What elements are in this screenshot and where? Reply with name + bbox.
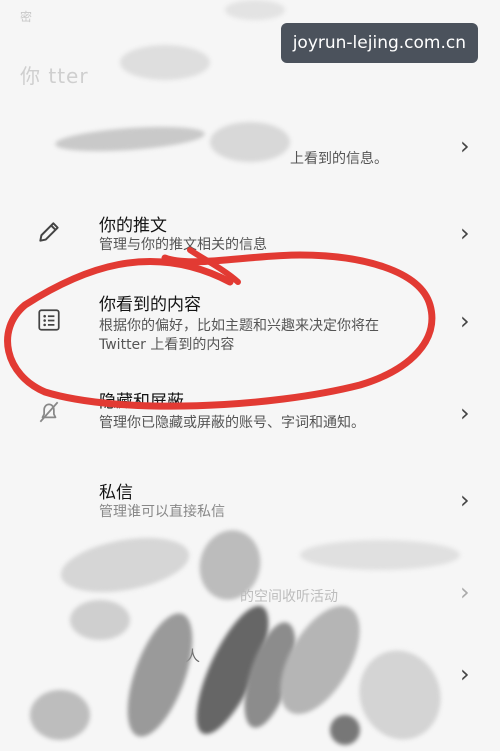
smudge [210, 122, 290, 162]
row-description: 管理你已隐藏或屏蔽的账号、字词和通知。 [99, 415, 365, 431]
chevron-right-icon: › [460, 132, 470, 160]
row-title: 隐藏和屏蔽 [99, 392, 184, 412]
chevron-right-icon: › [460, 399, 470, 427]
settings-row-account[interactable]: 上看到的信息。 › [0, 120, 500, 190]
chevron-right-icon: › [460, 219, 470, 247]
row-description: 管理谁可以直接私信 [99, 504, 225, 520]
row-description-line2: Twitter 上看到的内容 [99, 337, 235, 353]
row-description: 上看到的信息。 [290, 151, 388, 167]
smudge [120, 45, 210, 80]
smudge [225, 0, 285, 20]
chevron-right-icon: › [460, 486, 470, 514]
row-description: 管理与你的推文相关的信息 [99, 237, 267, 253]
smudge [30, 690, 90, 740]
row-title: 私信 [99, 483, 133, 503]
smudge [70, 600, 130, 640]
settings-row-content-you-see[interactable]: 你看到的内容 根据你的偏好，比如主题和兴趣来决定你将在 Twitter 上看到的… [0, 285, 500, 365]
row-title: 你的推文 [99, 216, 167, 236]
muted-icon [39, 401, 59, 423]
settings-row-mute-block[interactable]: 隐藏和屏蔽 管理你已隐藏或屏蔽的账号、字词和通知。 › [0, 385, 500, 445]
settings-row-direct-messages[interactable]: 私信 管理谁可以直接私信 › [0, 478, 500, 538]
pencil-icon [39, 222, 59, 242]
chevron-right-icon: › [460, 307, 470, 335]
page-title: 你 tter [20, 64, 89, 88]
row-title: 你看到的内容 [99, 295, 201, 315]
watermark: joyrun-lejing.com.cn [280, 23, 478, 63]
smudge [300, 540, 460, 570]
smudge [330, 715, 360, 745]
smudge [54, 122, 206, 156]
settings-page: 密 你 tter joyrun-lejing.com.cn 上看到的信息。 › … [0, 0, 500, 751]
list-icon [38, 309, 60, 331]
chevron-right-icon: › [460, 660, 470, 688]
settings-row-your-tweets[interactable]: 你的推文 管理与你的推文相关的信息 › [0, 205, 500, 275]
chevron-right-icon: › [460, 578, 470, 606]
header-faint-text: 密 [20, 10, 33, 24]
row-description: 的空间收听活动 [240, 589, 338, 605]
